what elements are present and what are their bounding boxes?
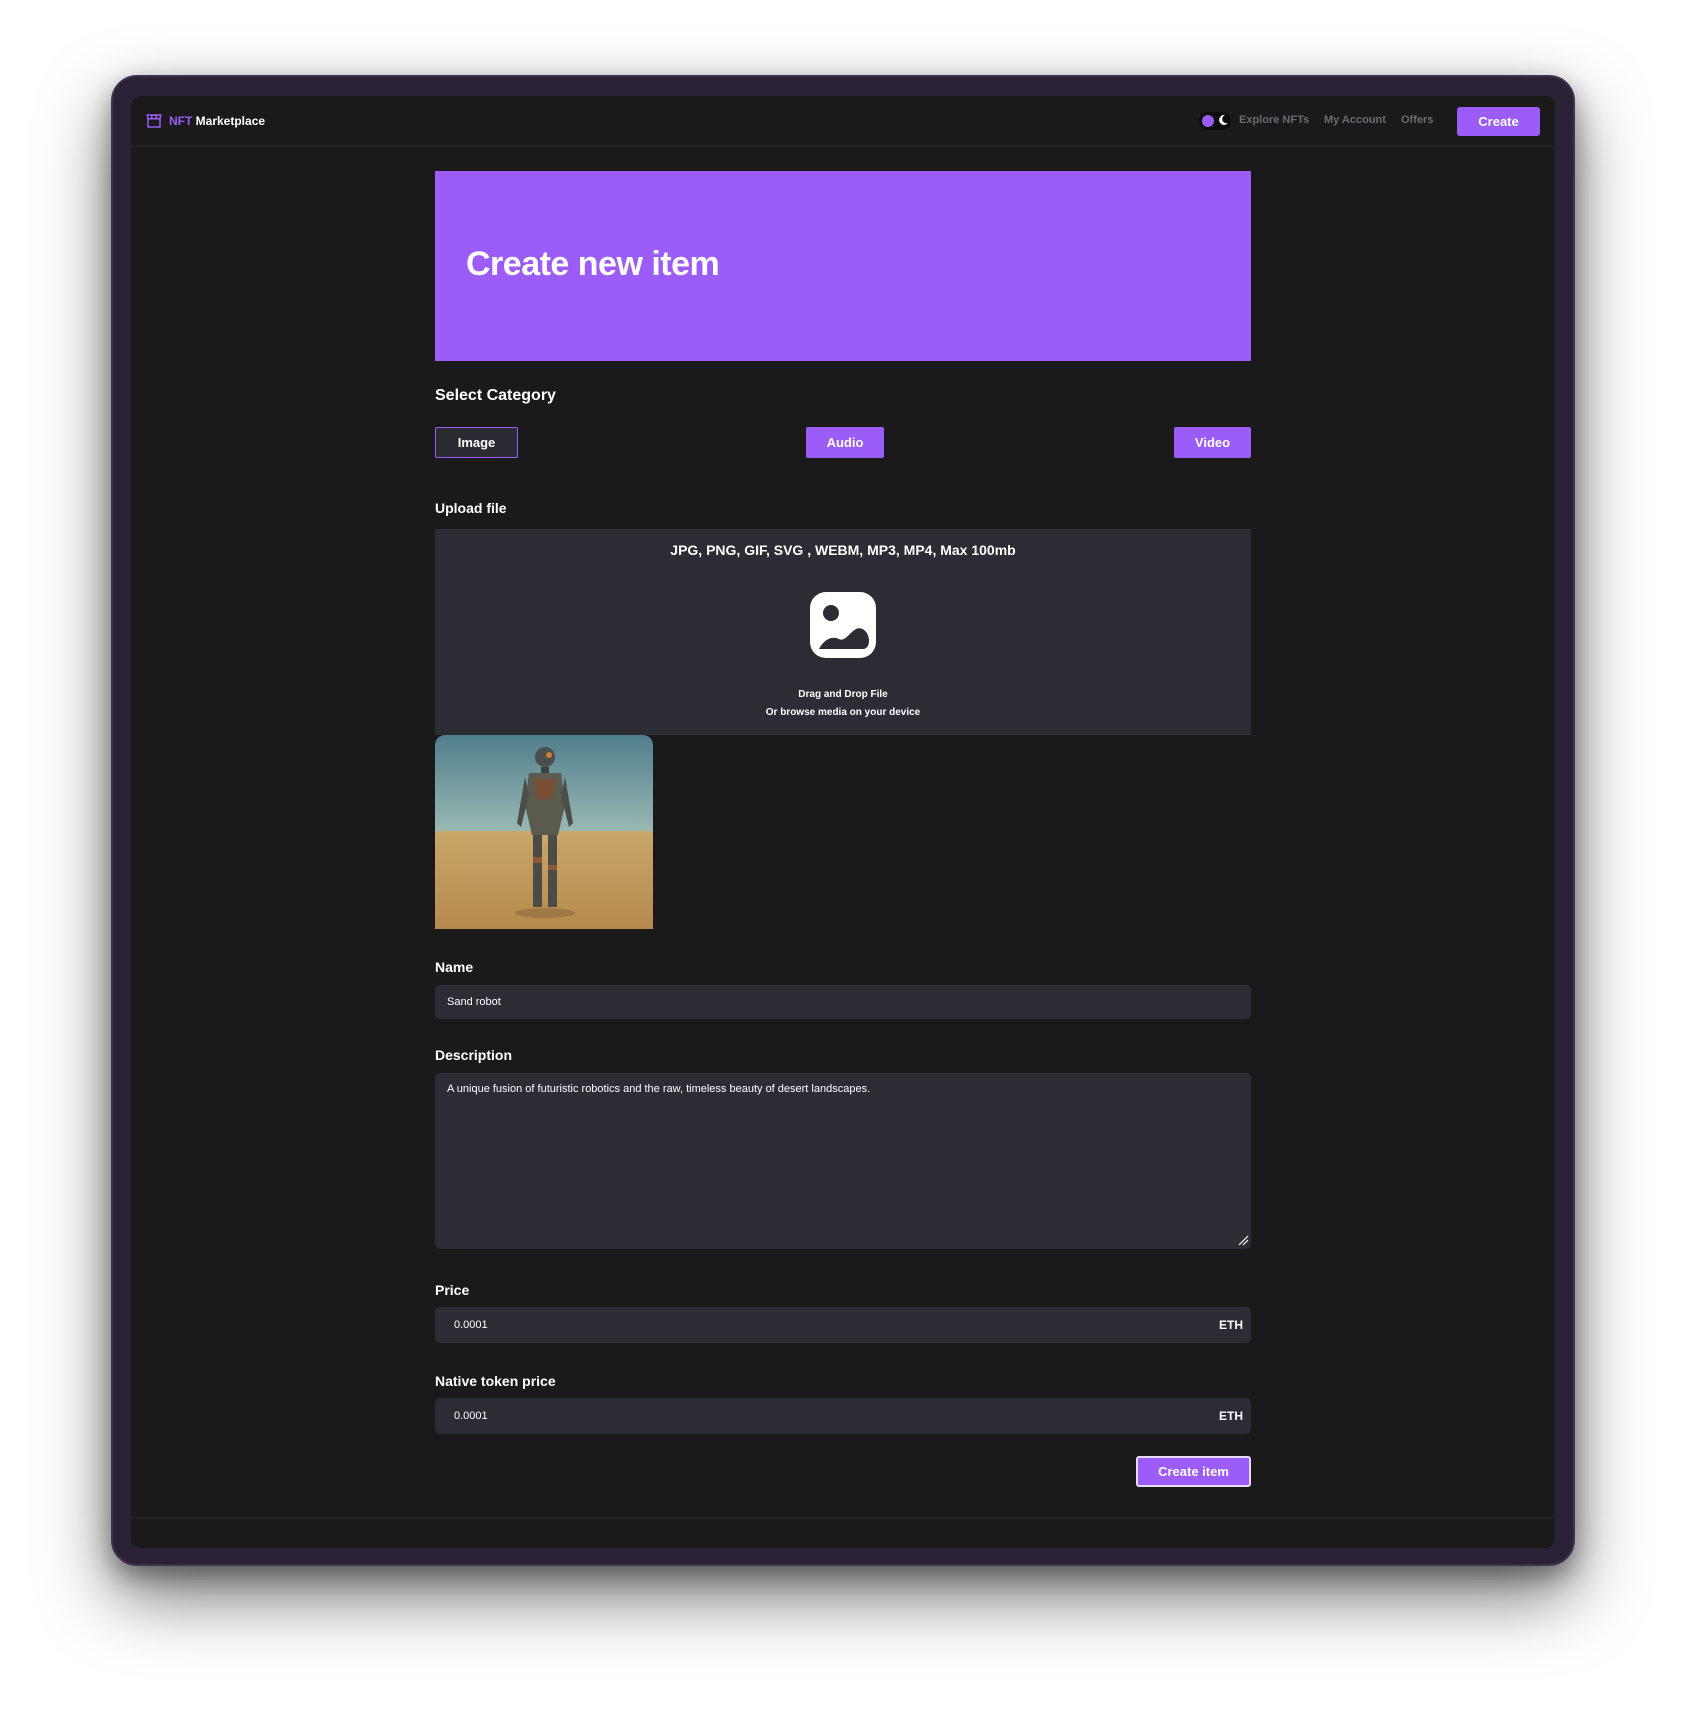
- description-textarea[interactable]: A unique fusion of futuristic robotics a…: [435, 1073, 1251, 1249]
- footer-divider: [131, 1517, 1555, 1518]
- hero-banner: Create new item: [435, 171, 1251, 361]
- brand-name: NFT Marketplace: [169, 114, 266, 128]
- nav-my-account[interactable]: My Account: [1324, 114, 1386, 126]
- upload-formats: JPG, PNG, GIF, SVG , WEBM, MP3, MP4, Max…: [670, 542, 1016, 558]
- price-input[interactable]: [454, 1307, 1154, 1343]
- uploaded-image-preview: [435, 735, 653, 929]
- drag-drop-text: Drag and Drop File: [798, 689, 888, 700]
- nav-explore-nfts[interactable]: Explore NFTs: [1239, 114, 1309, 126]
- category-title: Select Category: [435, 387, 556, 404]
- price-field: ETH: [435, 1307, 1251, 1343]
- top-nav: NFT Marketplace Explore NFTs My Account …: [131, 96, 1555, 147]
- name-input[interactable]: [435, 985, 1251, 1019]
- create-button[interactable]: Create: [1457, 107, 1540, 136]
- toggle-knob: [1202, 115, 1214, 127]
- create-item-button[interactable]: Create item: [1136, 1456, 1251, 1487]
- description-label: Description: [435, 1047, 513, 1063]
- name-label: Name: [435, 959, 474, 975]
- app-screen: NFT Marketplace Explore NFTs My Account …: [131, 96, 1555, 1548]
- nav-offers[interactable]: Offers: [1401, 114, 1433, 126]
- upload-label: Upload file: [435, 500, 507, 516]
- robot-preview-image: [435, 735, 653, 929]
- moon-icon: [1219, 114, 1228, 125]
- page-title: Create new item: [466, 245, 720, 283]
- image-placeholder-icon: [810, 592, 876, 658]
- price-unit: ETH: [1219, 1318, 1243, 1332]
- category-audio-button[interactable]: Audio: [806, 427, 884, 458]
- theme-toggle[interactable]: [1199, 112, 1231, 130]
- native-price-label: Native token price: [435, 1373, 556, 1389]
- upload-dropzone[interactable]: JPG, PNG, GIF, SVG , WEBM, MP3, MP4, Max…: [435, 529, 1251, 735]
- resize-handle-icon[interactable]: [1237, 1234, 1249, 1246]
- native-price-input[interactable]: [454, 1398, 1154, 1434]
- price-label: Price: [435, 1282, 470, 1298]
- brand-logo[interactable]: NFT Marketplace: [145, 112, 265, 130]
- browse-media-text: Or browse media on your device: [765, 707, 921, 718]
- native-price-field: ETH: [435, 1398, 1251, 1434]
- native-price-unit: ETH: [1219, 1409, 1243, 1423]
- category-image-button[interactable]: Image: [435, 427, 518, 458]
- category-video-button[interactable]: Video: [1174, 427, 1251, 458]
- store-icon: [146, 114, 162, 128]
